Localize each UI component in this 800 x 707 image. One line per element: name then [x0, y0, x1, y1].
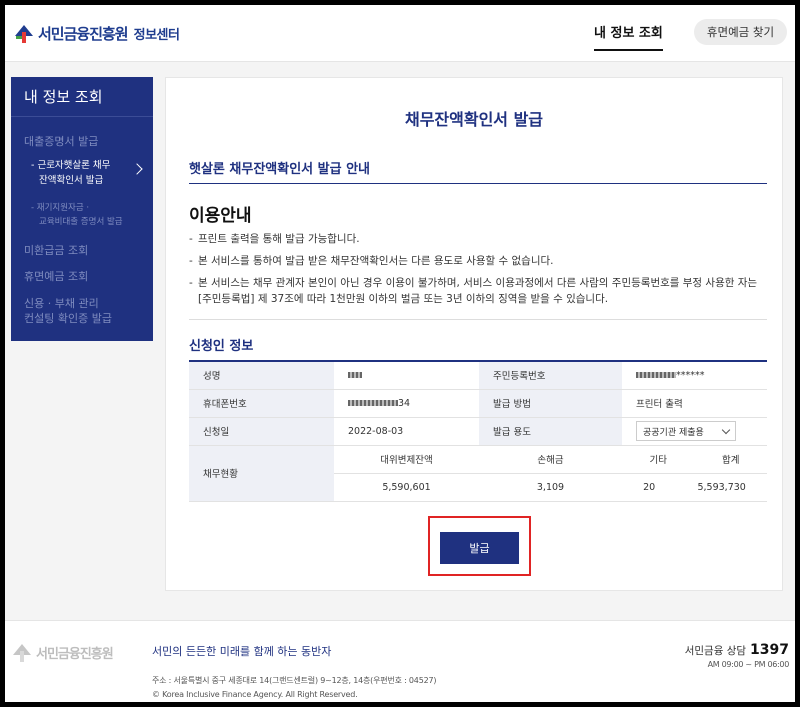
- logo[interactable]: 서민금융진흥원 정보센터: [13, 21, 180, 45]
- header: 서민금융진흥원 정보센터 내 정보 조회 휴면예금 찾기: [5, 5, 795, 62]
- table-row: 채무현황 대위변제잔액 손해금 기타 합계: [189, 445, 767, 502]
- debt-value-damages: 3,109: [479, 473, 622, 502]
- footer-logo-icon: [11, 641, 33, 663]
- debt-header-total: 합계: [722, 455, 740, 466]
- purpose-label: 발급 용도: [479, 417, 622, 446]
- purpose-cell: 공공기관 제출용: [622, 417, 767, 446]
- footer-call-center: 서민금융 상담 1397 AM 09:00 ~ PM 06:00: [684, 639, 790, 669]
- rrn-value: ******: [622, 361, 767, 390]
- debt-value-combined: 20 5,593,730: [622, 473, 767, 502]
- debt-value-subrogation: 5,590,601: [334, 473, 479, 502]
- footer-logo: 서민금융진흥원: [11, 641, 114, 663]
- section-title: 햇살론 채무잔액확인서 발급 안내: [189, 162, 371, 177]
- footer: 서민금융진흥원 서민의 든든한 미래를 함께 하는 동반자 주소 : 서울특별시…: [5, 620, 795, 702]
- logo-subtitle: 정보센터: [133, 27, 180, 43]
- logo-text: 서민금융진흥원: [38, 24, 129, 43]
- divider: [189, 319, 767, 320]
- method-value: 프린터 출력: [622, 389, 767, 418]
- phone-value: 34: [334, 389, 479, 418]
- issue-button-highlight: 발급: [428, 516, 531, 576]
- date-value: 2022-08-03: [334, 417, 479, 446]
- page-title: 채무잔액확인서 발급: [404, 110, 544, 129]
- debt-label: 채무현황: [189, 445, 334, 502]
- chevron-down-icon: [721, 425, 731, 434]
- table-row: 휴대폰번호 34 발급 방법 프린터 출력: [189, 389, 767, 418]
- masked-name: [348, 372, 362, 379]
- guide-item: 본 서비스를 통하여 발급 받은 채무잔액확인서는 다른 용도로 사용할 수 없…: [189, 253, 769, 269]
- table-row: 신청일 2022-08-03 발급 용도 공공기관 제출용: [189, 417, 767, 446]
- purpose-select[interactable]: 공공기관 제출용: [636, 421, 736, 441]
- applicant-info-title: 신청인 정보: [189, 339, 254, 354]
- sidebar: 내 정보 조회 대출증명서 발급 - 근로자햇살론 채무 잔액확인서 발급 - …: [11, 77, 153, 341]
- call-hours: AM 09:00 ~ PM 06:00: [707, 660, 790, 669]
- applicant-info-table: 성명 주민등록번호 ****** 휴대폰번호 34 발급 방법 프린터 출력 신…: [189, 360, 767, 502]
- footer-copyright: © Korea Inclusive Finance Agency. All Ri…: [152, 690, 358, 699]
- dormant-deposit-button[interactable]: 휴면예금 찾기: [694, 19, 787, 45]
- main-panel: 채무잔액확인서 발급 햇살론 채무잔액확인서 발급 안내 이용안내 프린트 출력…: [165, 77, 783, 591]
- debt-value-total: 5,593,730: [697, 481, 746, 493]
- sidebar-item-credit-debt-2[interactable]: 컨설팅 확인증 발급: [11, 310, 112, 326]
- nav-my-info[interactable]: 내 정보 조회: [594, 22, 663, 51]
- method-label: 발급 방법: [479, 389, 622, 418]
- name-label: 성명: [189, 361, 334, 390]
- sidebar-subitem-debt-balance-1[interactable]: - 근로자햇살론 채무: [31, 158, 110, 173]
- masked-phone: [348, 400, 398, 406]
- table-row: 성명 주민등록번호 ******: [189, 361, 767, 390]
- call-number: 1397: [750, 642, 789, 658]
- guide-item: 프린트 출력을 통해 발급 가능합니다.: [189, 231, 769, 247]
- debt-header-other: 기타: [649, 455, 667, 466]
- guide-item: 본 서비스는 채무 관계자 본인이 아닌 경우 이용이 불가하며, 서비스 이용…: [189, 275, 769, 307]
- sidebar-title: 내 정보 조회: [11, 77, 153, 117]
- purpose-select-value: 공공기관 제출용: [643, 427, 704, 438]
- sidebar-item-credit-debt-1[interactable]: 신용 · 부채 관리: [11, 295, 99, 311]
- footer-address-block: 주소 : 서울특별시 중구 세종대로 14(그랜드센트럴) 9~12층, 14층…: [152, 674, 436, 702]
- issue-button[interactable]: 발급: [440, 532, 519, 564]
- footer-slogan: 서민의 든든한 미래를 함께 하는 동반자: [152, 645, 332, 658]
- browser-frame: 서민금융진흥원 정보센터 내 정보 조회 휴면예금 찾기 내 정보 조회 대출증…: [5, 5, 795, 702]
- usage-guide-list: 프린트 출력을 통해 발급 가능합니다. 본 서비스를 통하여 발급 받은 채무…: [189, 231, 769, 313]
- footer-logo-text: 서민금융진흥원: [36, 646, 114, 662]
- sidebar-subitem-rehab-2[interactable]: 교육비대출 증명서 발급: [39, 215, 123, 229]
- debt-value-other: 20: [643, 481, 656, 493]
- chevron-right-icon: [131, 163, 143, 175]
- masked-rrn: [636, 372, 676, 379]
- sidebar-item-loan-certificate[interactable]: 대출증명서 발급: [11, 133, 98, 149]
- logo-icon: [13, 22, 35, 44]
- sidebar-subitem-debt-balance-2[interactable]: 잔액확인서 발급: [39, 173, 103, 188]
- phone-tail: 34: [398, 397, 411, 409]
- phone-label: 휴대폰번호: [189, 389, 334, 418]
- usage-guide-heading: 이용안내: [189, 206, 252, 226]
- debt-header-combined: 기타 합계: [622, 445, 767, 474]
- debt-header-subrogation: 대위변제잔액: [334, 445, 479, 474]
- date-label: 신청일: [189, 417, 334, 446]
- sidebar-item-unrefunded[interactable]: 미환급금 조회: [11, 242, 88, 258]
- sidebar-subitem-rehab-1[interactable]: - 재기지원자금 ·: [31, 201, 89, 215]
- rrn-label: 주민등록번호: [479, 361, 622, 390]
- name-value: [334, 361, 479, 390]
- call-label: 서민금융 상담: [684, 645, 747, 657]
- footer-address: 주소 : 서울특별시 중구 세종대로 14(그랜드센트럴) 9~12층, 14층…: [152, 676, 437, 685]
- sidebar-item-dormant[interactable]: 휴면예금 조회: [11, 268, 88, 284]
- debt-header-damages: 손해금: [479, 445, 622, 474]
- section-divider: [189, 183, 767, 184]
- rrn-tail: ******: [676, 369, 705, 381]
